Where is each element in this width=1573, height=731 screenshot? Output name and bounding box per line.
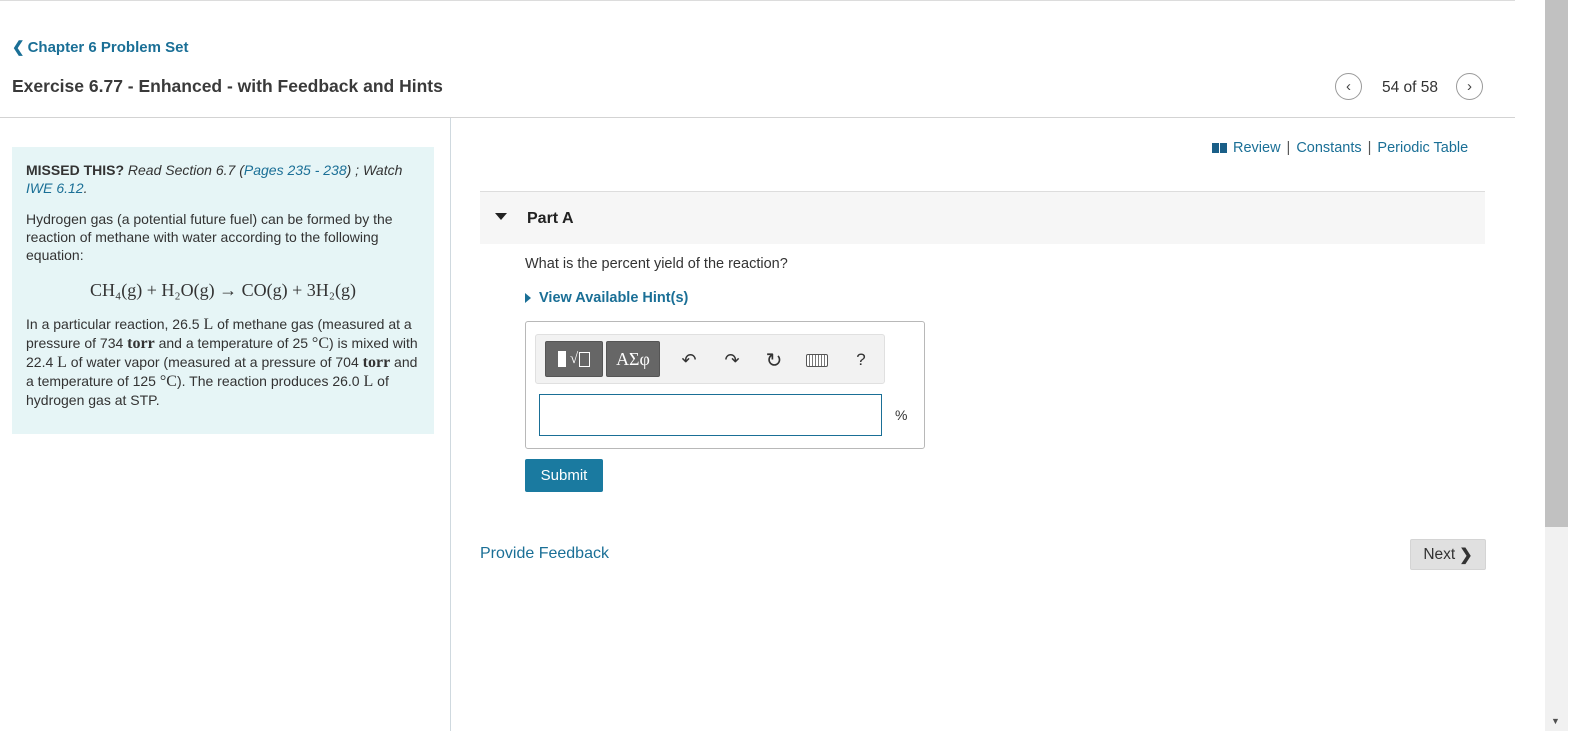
scrollbar-thumb[interactable] (1545, 0, 1568, 527)
exercise-title: Exercise 6.77 - Enhanced - with Feedback… (12, 76, 443, 96)
unit-label: % (895, 407, 908, 423)
previous-item-button[interactable]: ‹ (1335, 73, 1362, 100)
review-link[interactable]: Review (1233, 140, 1281, 156)
reset-icon[interactable]: ↻ (762, 348, 786, 372)
back-link-label: Chapter 6 Problem Set (27, 38, 189, 56)
view-hints-toggle[interactable]: View Available Hint(s) (525, 290, 688, 306)
periodic-table-link[interactable]: Periodic Table (1377, 140, 1468, 156)
period-text: . (83, 180, 88, 196)
caret-down-icon[interactable] (495, 213, 507, 220)
next-label: Next (1423, 545, 1456, 563)
template-box-icon (579, 351, 591, 367)
chevron-right-icon: ❯ (1459, 546, 1473, 564)
next-item-button[interactable]: › (1456, 73, 1483, 100)
keyboard-icon[interactable] (805, 348, 829, 372)
template-square-icon (557, 351, 566, 367)
book-icon (1212, 143, 1227, 153)
redo-icon[interactable]: ↷ (720, 348, 744, 372)
part-a-label: Part A (527, 210, 574, 227)
page-counter: 54 of 58 (1382, 79, 1439, 96)
part-a-header[interactable] (480, 191, 1485, 244)
column-divider (450, 118, 451, 731)
symbols-button[interactable]: ΑΣφ (606, 341, 660, 377)
submit-button[interactable]: Submit (525, 459, 603, 492)
question-text: What is the percent yield of the reactio… (525, 256, 788, 272)
answer-input[interactable] (539, 394, 882, 436)
chevron-right-icon: › (1467, 78, 1472, 95)
chevron-left-icon: ❮ (12, 39, 25, 56)
watch-text: ) ; Watch (346, 162, 403, 178)
read-section-text: Read Section 6.7 ( (124, 162, 244, 178)
problem-statement-panel: MISSED THIS? Read Section 6.7 (Pages 235… (12, 147, 434, 434)
iwe-link[interactable]: IWE 6.12 (26, 180, 84, 196)
top-border (0, 0, 1515, 1)
back-to-problem-set-link[interactable]: ❮ Chapter 6 Problem Set (12, 38, 189, 57)
missed-this-label: MISSED THIS? (26, 162, 125, 178)
problem-intro: Hydrogen gas (a potential future fuel) c… (26, 211, 393, 263)
view-hints-label: View Available Hint(s) (539, 290, 689, 306)
header-divider (0, 117, 1515, 118)
missed-this-notice: MISSED THIS? Read Section 6.7 (Pages 235… (26, 161, 420, 197)
constants-link[interactable]: Constants (1296, 140, 1361, 156)
scroll-down-arrow-icon[interactable]: ▼ (1551, 716, 1560, 726)
radical-icon: √ (569, 350, 579, 367)
undo-icon[interactable]: ↶ (677, 348, 701, 372)
problem-details: In a particular reaction, 26.5 L of meth… (26, 316, 418, 408)
resource-links: Review | Constants | Periodic Table (1212, 140, 1468, 156)
help-button[interactable]: ? (849, 348, 873, 372)
separator: | (1286, 140, 1291, 156)
templates-button[interactable]: √ (545, 341, 603, 377)
chevron-left-icon: ‹ (1346, 78, 1351, 95)
provide-feedback-link[interactable]: Provide Feedback (480, 545, 609, 563)
pages-link[interactable]: Pages 235 - 238 (244, 162, 347, 178)
caret-right-icon (525, 293, 531, 303)
reaction-equation: CH₄(g) + H₂O(g) → CO(g) + 3H₂(g) (89, 280, 357, 300)
next-button[interactable]: Next ❯ (1410, 539, 1486, 570)
separator: | (1367, 140, 1372, 156)
